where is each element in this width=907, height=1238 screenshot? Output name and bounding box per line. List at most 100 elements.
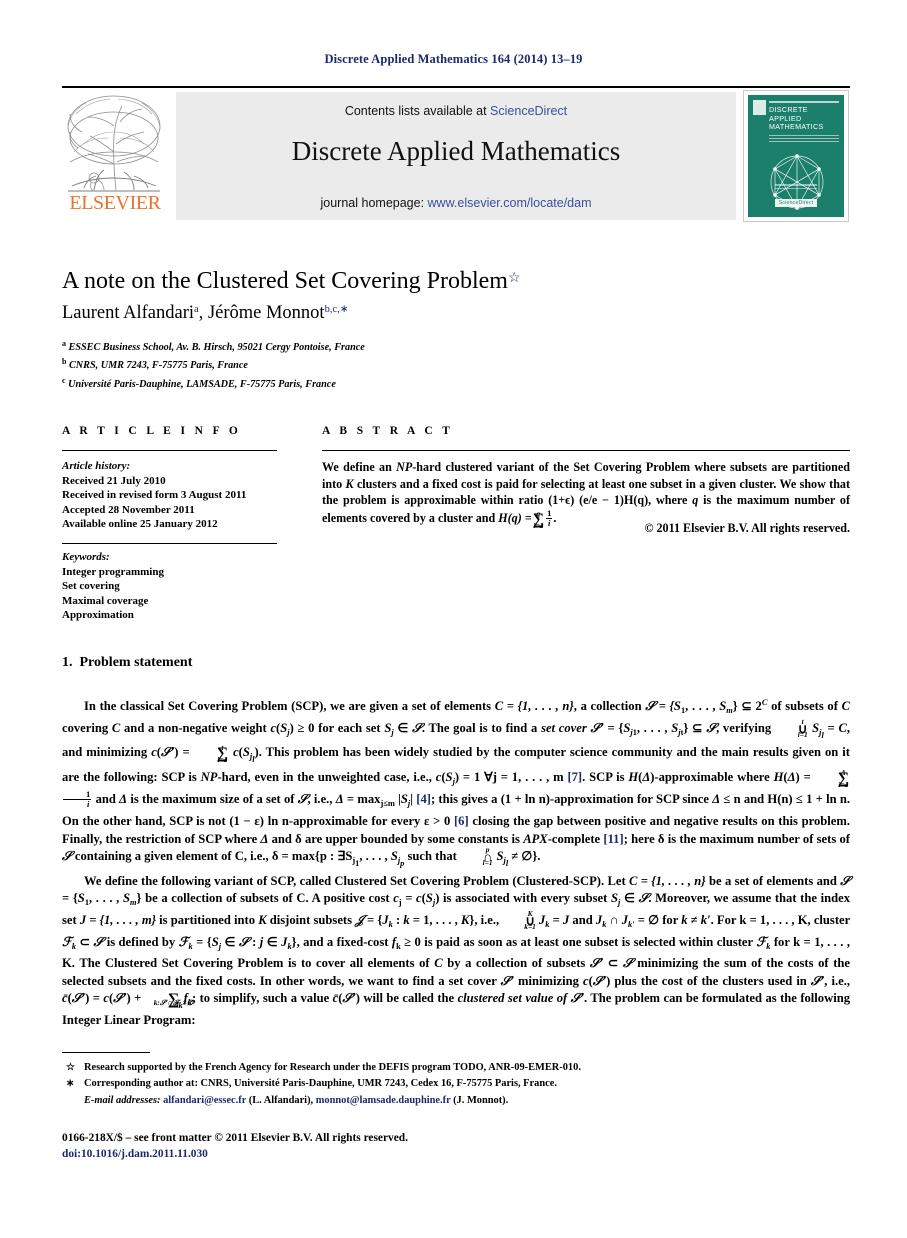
- doi-link[interactable]: doi:10.1016/j.dam.2011.11.030: [62, 1147, 762, 1163]
- citation-11[interactable]: [11]: [603, 832, 623, 846]
- p2-seg-6: is partitioned into: [156, 912, 259, 927]
- page-title: A note on the Clustered Set Covering Pro…: [62, 268, 782, 295]
- p1-seg-3: of subsets of: [767, 699, 842, 713]
- affiliation-b-mark: b: [62, 357, 67, 367]
- article-page: Discrete Applied Mathematics 164 (2014) …: [0, 0, 907, 1238]
- citation-4[interactable]: [4]: [416, 792, 431, 806]
- p2-seg-10: for: [659, 912, 682, 927]
- p1-seg-12: ∀j = 1, . . . , m: [480, 769, 568, 784]
- p1-harmonic-fraction: 1i: [63, 790, 92, 809]
- p1-harmonic-summation: ∑ Δi=1: [837, 767, 850, 789]
- abstract-seg-4: , where: [648, 493, 693, 508]
- p2-seg-18: minimizing: [513, 973, 584, 988]
- author-2-name: Jérôme Monnot: [207, 303, 325, 323]
- footnote-rule: [62, 1052, 150, 1054]
- imprint-block: 0166-218X/$ – see front matter © 2011 El…: [62, 1131, 762, 1162]
- author-1-name: Laurent Alfandari: [62, 303, 195, 323]
- p1-seg-1: In the classical Set Covering Problem (S…: [84, 699, 495, 713]
- p2-seg-13: , and a fixed-cost: [296, 934, 392, 949]
- author-list: Laurent Alfandaria, Jérôme Monnotb,c,∗: [62, 303, 349, 323]
- abstract-rule: [322, 450, 850, 452]
- cover-title: DISCRETE APPLIED MATHEMATICS: [769, 105, 840, 132]
- section-number: 1.: [62, 655, 73, 670]
- cover-subtitle-lines: [769, 135, 839, 145]
- p2-clustered-set-value-italic: clustered set value of: [457, 991, 568, 1006]
- cover-footer: ScienceDirect: [748, 184, 844, 209]
- p1-set-cover-italic: set cover: [541, 720, 587, 735]
- p2-set-c-definition: C = {1, . . . , n}: [628, 873, 706, 888]
- paragraph-2: We define the following variant of SCP, …: [62, 873, 851, 1027]
- p2-seg-20: , i.e.,: [824, 973, 850, 988]
- p2-seg-11: . For k = 1, . . . , K, cluster: [710, 912, 850, 927]
- email-link-monnot[interactable]: monnot@lamsade.dauphine.fr: [316, 1095, 451, 1106]
- homepage-prefix: journal homepage:: [320, 196, 428, 210]
- contents-lists-line: Contents lists available at ScienceDirec…: [176, 104, 736, 118]
- p1-seg-25: such that: [404, 849, 460, 864]
- p2-seg-12: is defined by: [103, 934, 179, 949]
- citation-7[interactable]: [7]: [567, 770, 582, 784]
- author-1-marks: a: [194, 304, 199, 315]
- footnote-funding-mark: ☆: [66, 1062, 75, 1073]
- body-text: In the classical Set Covering Problem (S…: [62, 694, 850, 1030]
- history-accepted: Accepted 28 November 2011: [62, 503, 195, 516]
- affiliation-a: a ESSEC Business School, Av. B. Hirsch, …: [62, 337, 782, 355]
- abstract-seg-1: We define an: [322, 460, 397, 474]
- article-title-text: A note on the Clustered Set Covering Pro…: [62, 268, 508, 294]
- journal-masthead: ELSEVIER Contents lists available at Sci…: [62, 86, 850, 222]
- p2-index-set-definition: J = {1, . . . , m}: [79, 912, 157, 927]
- email-link-alfandari[interactable]: alfandari@essec.fr: [163, 1095, 246, 1106]
- section-title: Problem statement: [79, 655, 193, 670]
- sciencedirect-link[interactable]: ScienceDirect: [490, 104, 567, 118]
- article-history: Article history: Received 21 July 2010 R…: [62, 459, 292, 532]
- journal-homepage-link[interactable]: www.elsevier.com/locate/dam: [428, 196, 592, 210]
- citation-6[interactable]: [6]: [454, 814, 469, 828]
- abstract-heading: A B S T R A C T: [322, 425, 454, 437]
- article-info-rule: [62, 450, 277, 452]
- p2-seg-16: by a collection of subsets: [442, 956, 590, 971]
- p2-seg-22: will be called the: [359, 991, 458, 1006]
- p1-seg-17: , i.e.,: [307, 792, 336, 807]
- p2-k-symbol: K: [258, 912, 267, 927]
- p2-union-operator: ∪ Kk=1: [524, 908, 536, 931]
- journal-title: Discrete Applied Mathematics: [291, 136, 621, 166]
- cover-title-line3: MATHEMATICS: [769, 122, 824, 132]
- email-name-monnot: (J. Monnot).: [450, 1094, 509, 1106]
- affiliation-a-mark: a: [62, 339, 66, 348]
- p1-seg-11: -hard, even in the unweighted case, i.e.…: [217, 769, 436, 784]
- p2-seg-9: and: [569, 912, 596, 927]
- p1-seg-23: ; here δ is the maximum number of sets o…: [623, 831, 850, 846]
- p1-seg-6: for each set: [314, 720, 385, 735]
- p1-seg-2: , a collection: [573, 699, 646, 713]
- journal-homepage-line: journal homepage: www.elsevier.com/locat…: [176, 196, 736, 210]
- cover-art: DISCRETE APPLIED MATHEMATICS ScienceDire…: [748, 95, 844, 217]
- running-head: Discrete Applied Mathematics 164 (2014) …: [324, 52, 583, 66]
- article-history-label: Article history:: [62, 460, 131, 472]
- elsevier-wordmark: ELSEVIER: [69, 192, 161, 214]
- affiliation-b: b CNRS, UMR 7243, F-75775 Paris, France: [62, 355, 782, 373]
- p1-seg-16: is the maximum size of a set of: [127, 792, 298, 807]
- p1-set-c-definition: C = {1, . . . , n}: [494, 699, 574, 713]
- p2-seg-7: disjoint subsets: [266, 912, 356, 927]
- p2-seg-19: plus the cost of the clusters used in: [610, 973, 811, 988]
- p1-seg-22: -complete: [547, 831, 604, 846]
- p1-apx-label: APX: [523, 831, 548, 846]
- contents-lists-prefix: Contents lists available at: [344, 104, 491, 118]
- author-2-marks: b,c,∗: [324, 304, 349, 315]
- affiliation-c-text: Université Paris-Dauphine, LAMSADE, F-75…: [68, 378, 336, 390]
- abstract-np-label: NP: [396, 460, 413, 474]
- section-heading: 1. Problem statement: [62, 655, 192, 671]
- keywords-block: Keywords: Integer programming Set coveri…: [62, 550, 292, 623]
- abstract-k-symbol: K: [345, 476, 354, 491]
- article-info-heading: A R T I C L E I N F O: [62, 425, 242, 437]
- footnote-corresponding-text: Corresponding author at: CNRS, Universit…: [84, 1078, 557, 1090]
- affiliation-c: c Université Paris-Dauphine, LAMSADE, F-…: [62, 374, 782, 392]
- elsevier-logo: ELSEVIER: [62, 92, 168, 220]
- p1-seg-24: containing a given element of C, i.e., δ…: [71, 849, 353, 864]
- affiliation-list: a ESSEC Business School, Av. B. Hirsch, …: [62, 337, 782, 392]
- p2-seg-3: be a collection of subsets of C. A posit…: [141, 891, 394, 906]
- footnote-emails: E-mail addresses: alfandari@essec.fr (L.…: [62, 1093, 762, 1109]
- affiliation-b-text: CNRS, UMR 7243, F-75775 Paris, France: [69, 360, 248, 372]
- cover-top-rule: [769, 101, 839, 103]
- history-revised: Received in revised form 3 August 2011: [62, 489, 247, 501]
- keyword-item: Approximation: [62, 609, 134, 621]
